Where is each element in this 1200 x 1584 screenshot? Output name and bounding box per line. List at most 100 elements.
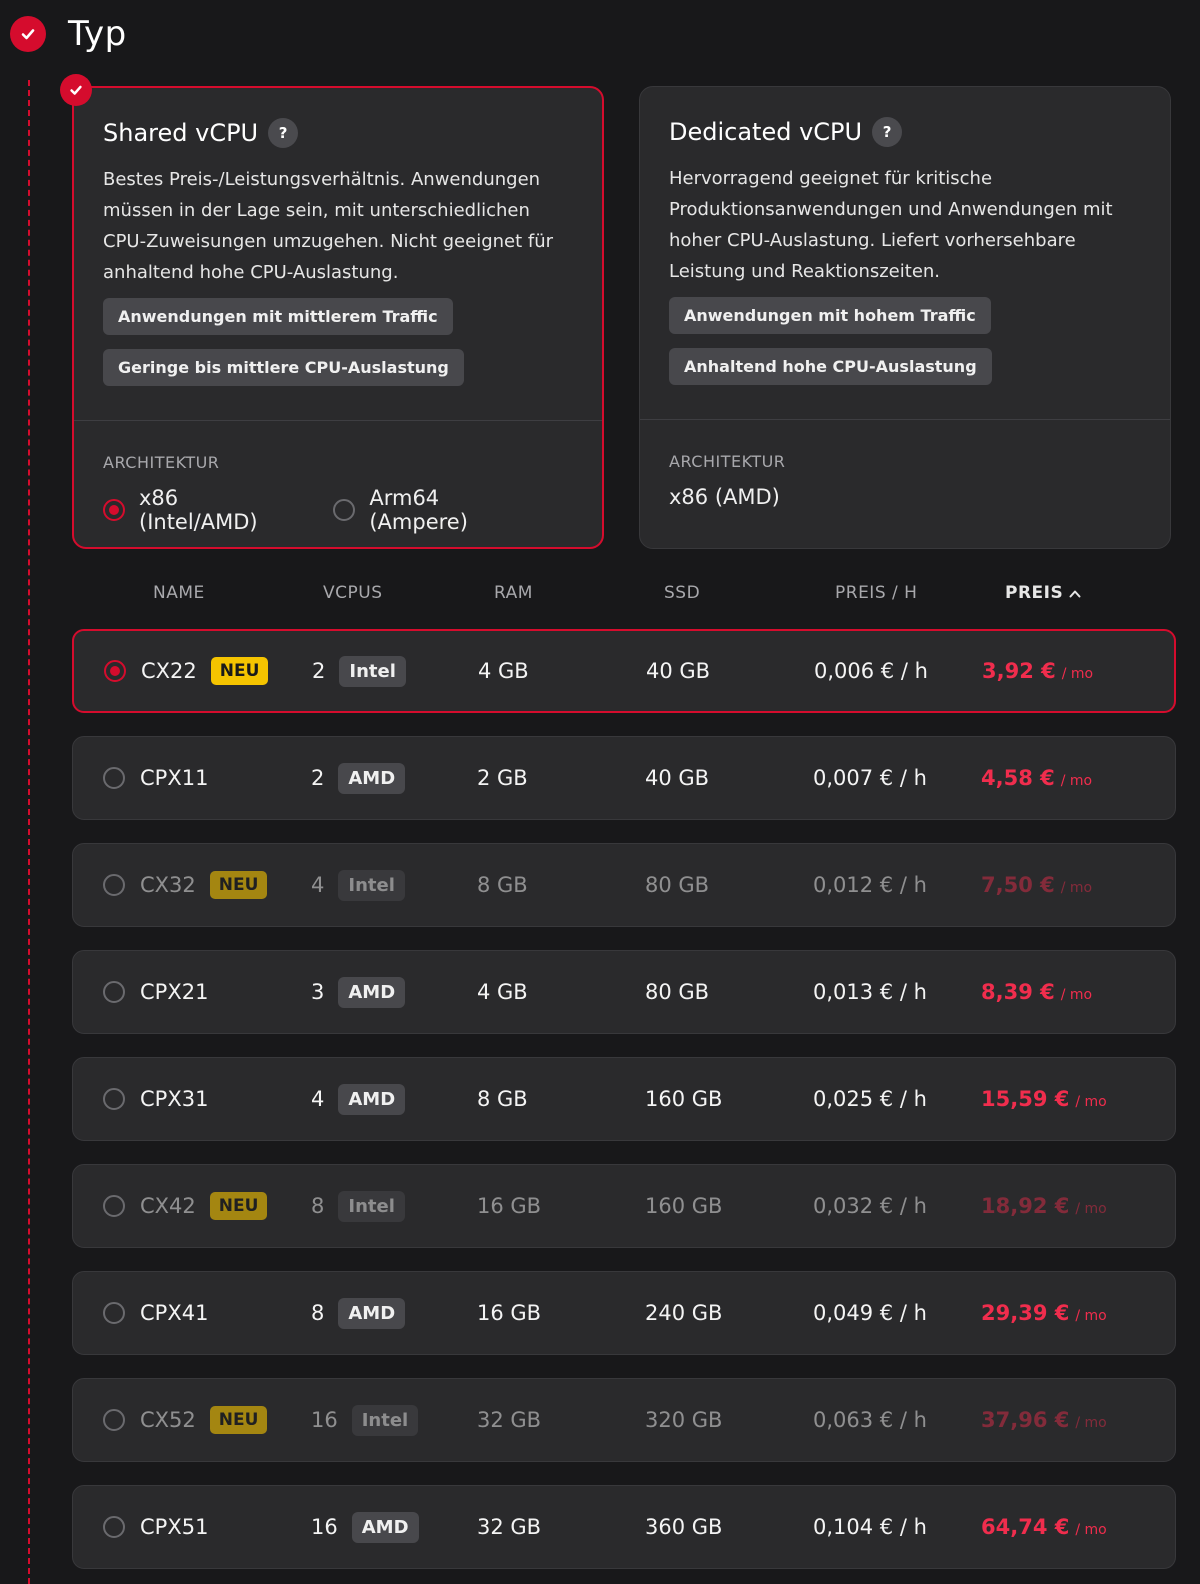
ram-value: 32 GB	[477, 1408, 542, 1432]
column-header-price[interactable]: PREIS	[1005, 583, 1081, 603]
server-name: CX22	[141, 659, 197, 683]
ram-value: 4 GB	[478, 659, 529, 683]
radio-selected-icon[interactable]	[103, 499, 125, 521]
arch-option-arm64[interactable]: Arm64 (Ampere)	[333, 486, 538, 534]
server-name: CPX11	[140, 766, 209, 790]
tag: Anwendungen mit hohem Traffic	[669, 297, 991, 334]
radio-icon[interactable]	[103, 1088, 125, 1110]
ram-value: 4 GB	[477, 980, 528, 1004]
vcpu-count: 2	[312, 659, 326, 683]
server-row-cpx11[interactable]: CPX11 2 AMD 2 GB 40 GB 0,007 € / h 4,58 € / mo	[72, 736, 1176, 820]
arch-option-label: x86 (Intel/AMD)	[139, 486, 258, 534]
section-header: Typ	[10, 14, 127, 54]
architecture-value: x86 (AMD)	[669, 485, 780, 509]
server-row-cpx21[interactable]: CPX21 3 AMD 4 GB 80 GB 0,013 € / h 8,39 € / mo	[72, 950, 1176, 1034]
price-unit: / mo	[1075, 1308, 1107, 1324]
ssd-value: 160 GB	[645, 1087, 723, 1111]
price-unit: / mo	[1060, 880, 1093, 896]
new-badge: NEU	[209, 871, 268, 899]
radio-icon[interactable]	[103, 981, 125, 1003]
column-header-price-h[interactable]: PREIS / H	[835, 583, 917, 603]
price-unit: / mo	[1075, 1094, 1107, 1110]
card-shared-vcpu[interactable]: Shared vCPU ? Bestes Preis-/Leistungsver…	[72, 86, 604, 549]
ram-value: 8 GB	[477, 873, 528, 897]
arch-option-x86[interactable]: x86 (Intel/AMD)	[103, 486, 297, 534]
vcpu-count: 4	[311, 1087, 325, 1111]
ram-value: 2 GB	[477, 766, 528, 790]
vcpu-count: 2	[311, 766, 325, 790]
price-per-hour: 0,063 € / h	[813, 1408, 927, 1432]
card-selected-check-icon	[60, 74, 92, 106]
card-title: Shared vCPU	[103, 119, 259, 147]
server-row-cpx51[interactable]: CPX51 16 AMD 32 GB 360 GB 0,104 € / h 64,74 € /…	[72, 1485, 1176, 1569]
price-unit: / mo	[1075, 1201, 1107, 1217]
ssd-value: 80 GB	[645, 873, 710, 897]
vcpu-count: 16	[311, 1408, 338, 1432]
new-badge: NEU	[210, 657, 269, 685]
step-connector-line	[28, 80, 30, 1584]
column-header-ssd[interactable]: SSD	[664, 583, 700, 603]
help-icon[interactable]: ?	[872, 117, 903, 147]
server-row-cx32[interactable]: CX32 NEU 4 Intel 8 GB 80 GB 0,012 € / h 7,50 € /…	[72, 843, 1176, 927]
vcpu-count: 16	[311, 1515, 338, 1539]
price-per-hour: 0,006 € / h	[814, 659, 928, 683]
server-table-header: NAME VCPUS RAM SSD PREIS / H PREIS	[72, 577, 1176, 607]
column-header-name[interactable]: NAME	[153, 583, 205, 603]
arch-option-label: Arm64 (Ampere)	[369, 486, 468, 534]
vcpu-count: 8	[311, 1301, 325, 1325]
ssd-value: 40 GB	[646, 659, 711, 683]
ram-value: 8 GB	[477, 1087, 528, 1111]
radio-icon[interactable]	[333, 499, 356, 521]
new-badge: NEU	[209, 1406, 268, 1434]
price-unit: / mo	[1060, 987, 1093, 1003]
radio-icon[interactable]	[103, 874, 125, 896]
price-per-hour: 0,032 € / h	[813, 1194, 927, 1218]
ssd-value: 40 GB	[645, 766, 710, 790]
price-per-hour: 0,049 € / h	[813, 1301, 927, 1325]
radio-icon[interactable]	[103, 1195, 125, 1217]
tag: Anwendungen mit mittlerem Traffic	[103, 298, 453, 335]
price-per-month: 37,96 €	[981, 1408, 1070, 1432]
cpu-vendor-badge: Intel	[351, 1404, 419, 1436]
server-row-cx52[interactable]: CX52 NEU 16 Intel 32 GB 320 GB 0,063 € / h 37,9…	[72, 1378, 1176, 1462]
price-unit: / mo	[1075, 1522, 1107, 1538]
radio-selected-icon[interactable]	[104, 660, 126, 682]
ssd-value: 160 GB	[645, 1194, 723, 1218]
price-unit: / mo	[1075, 1415, 1107, 1431]
help-icon[interactable]: ?	[268, 118, 299, 148]
column-header-price-label: PREIS	[1005, 583, 1064, 603]
card-title: Dedicated vCPU	[669, 118, 863, 146]
section-check-icon	[10, 16, 46, 52]
cpu-vendor-badge: AMD	[338, 1083, 406, 1115]
server-row-cx22[interactable]: CX22 NEU 2 Intel 4 GB 40 GB 0,006 € / h 3,92 € /…	[72, 629, 1176, 713]
server-row-cpx41[interactable]: CPX41 8 AMD 16 GB 240 GB 0,049 € / h 29,39 € / …	[72, 1271, 1176, 1355]
card-dedicated-vcpu[interactable]: Dedicated vCPU ? Hervorragend geeignet f…	[639, 86, 1171, 549]
price-unit: / mo	[1061, 666, 1094, 682]
architecture-label: ARCHITEKTUR	[103, 453, 220, 472]
server-name: CPX41	[140, 1301, 209, 1325]
card-description: Hervorragend geeignet für kritische Prod…	[669, 168, 1113, 282]
radio-icon[interactable]	[103, 1409, 125, 1431]
cpu-vendor-badge: AMD	[338, 762, 406, 794]
radio-icon[interactable]	[103, 767, 125, 789]
cpu-vendor-badge: AMD	[351, 1511, 419, 1543]
ssd-value: 240 GB	[645, 1301, 723, 1325]
column-header-vcpus[interactable]: VCPUS	[323, 583, 383, 603]
section-title: Typ	[68, 14, 127, 54]
server-row-cpx31[interactable]: CPX31 4 AMD 8 GB 160 GB 0,025 € / h 15,59 € / m…	[72, 1057, 1176, 1141]
radio-icon[interactable]	[103, 1516, 125, 1538]
column-header-ram[interactable]: RAM	[494, 583, 533, 603]
ssd-value: 360 GB	[645, 1515, 723, 1539]
cpu-vendor-badge: Intel	[338, 869, 405, 901]
price-per-month: 18,92 €	[981, 1194, 1070, 1218]
price-per-month: 29,39 €	[981, 1301, 1070, 1325]
tag: Geringe bis mittlere CPU-Auslastung	[103, 349, 464, 386]
radio-icon[interactable]	[103, 1302, 125, 1324]
cpu-vendor-badge: AMD	[338, 976, 406, 1008]
server-row-cx42[interactable]: CX42 NEU 8 Intel 16 GB 160 GB 0,032 € / h 18,92…	[72, 1164, 1176, 1248]
price-per-month: 64,74 €	[981, 1515, 1070, 1539]
price-per-hour: 0,012 € / h	[813, 873, 927, 897]
price-per-month: 15,59 €	[981, 1087, 1070, 1111]
vcpu-count: 3	[311, 980, 325, 1004]
card-description: Bestes Preis-/Leistungsverhältnis. Anwen…	[103, 169, 554, 283]
